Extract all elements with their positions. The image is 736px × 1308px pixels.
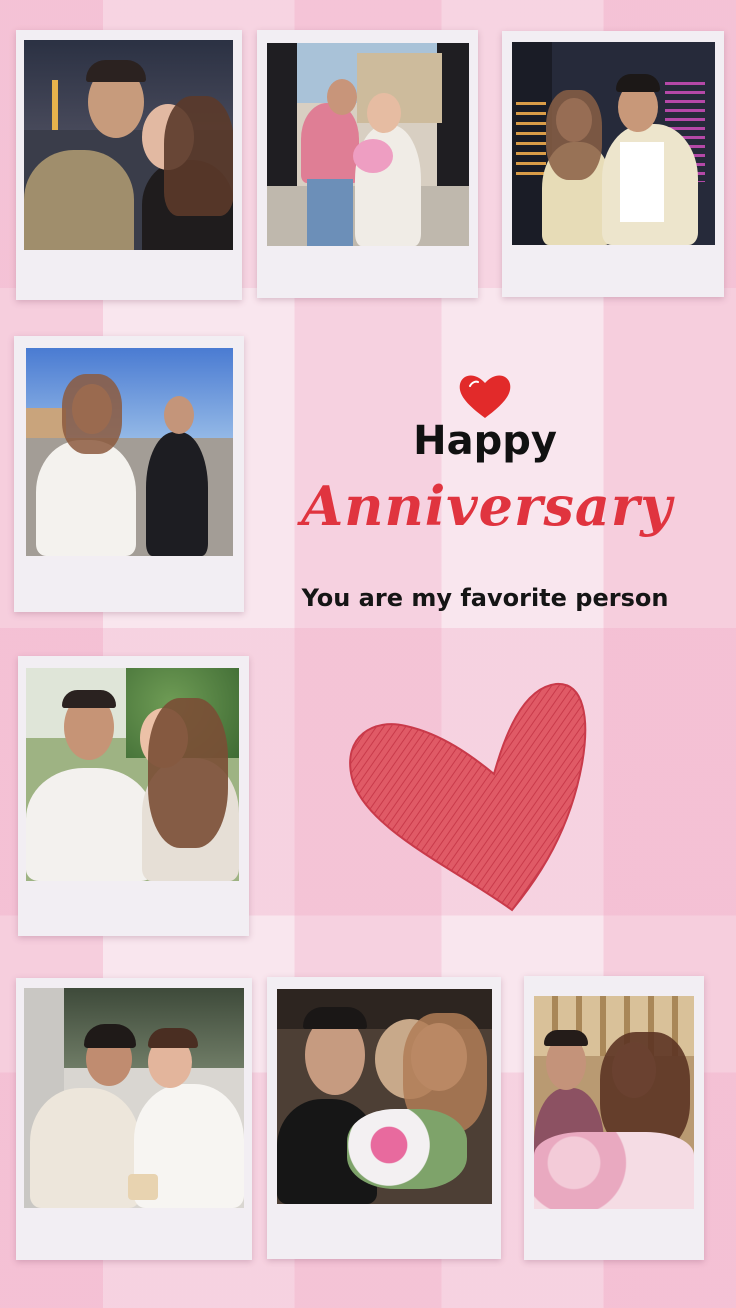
photo-couple-cafe xyxy=(24,988,244,1208)
polaroid-photo-7 xyxy=(267,977,501,1259)
polaroid-photo-5 xyxy=(18,656,249,936)
polaroid-photo-6 xyxy=(16,978,252,1260)
scribble-heart-icon xyxy=(349,682,587,912)
greeting-happy: Happy xyxy=(413,418,557,464)
polaroid-photo-3 xyxy=(502,31,724,297)
small-heart-icon xyxy=(459,375,511,418)
tagline-text: You are my favorite person xyxy=(301,584,669,612)
greeting-anniversary: Anniversary xyxy=(301,474,673,538)
polaroid-photo-8 xyxy=(524,976,704,1260)
photo-couple-palms xyxy=(26,668,239,881)
photo-couple-peonies xyxy=(534,996,694,1209)
photo-couple-night-city xyxy=(24,40,233,250)
photo-couple-car-bouquet xyxy=(277,989,492,1204)
polaroid-photo-1 xyxy=(16,30,242,300)
polaroid-photo-2 xyxy=(257,30,478,298)
polaroid-photo-4 xyxy=(14,336,244,612)
photo-couple-skyline xyxy=(512,42,715,245)
photo-couple-street-flowers xyxy=(267,43,469,246)
photo-couple-waterfront xyxy=(26,348,233,556)
